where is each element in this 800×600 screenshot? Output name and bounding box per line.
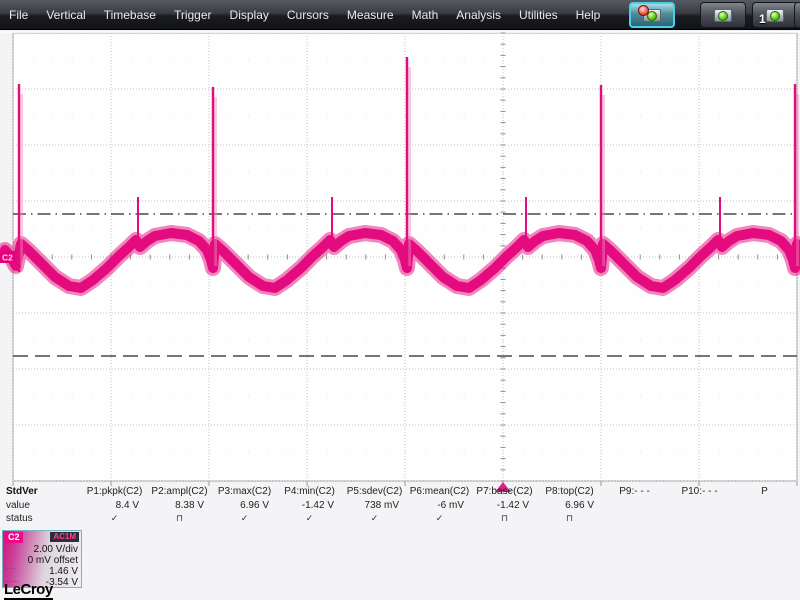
menu-display[interactable]: Display bbox=[221, 0, 278, 30]
param-value-p2: 8.38 V bbox=[175, 500, 204, 511]
param-header-p7[interactable]: P7:base(C2) bbox=[474, 486, 535, 497]
menu-file[interactable]: File bbox=[0, 0, 37, 30]
param-status-p6: ✓ bbox=[435, 513, 444, 523]
menu-help[interactable]: Help bbox=[567, 0, 610, 30]
param-status-p8: ⊓ bbox=[565, 513, 574, 523]
param-value-p3: 6.96 V bbox=[240, 500, 269, 511]
param-value-p1: 8.4 V bbox=[115, 500, 139, 511]
param-header-p4[interactable]: P4:min(C2) bbox=[279, 486, 340, 497]
clock-display-icon bbox=[638, 4, 661, 22]
param-value-p6: -6 mV bbox=[437, 500, 464, 511]
param-header-p9[interactable]: P9:- - - bbox=[604, 486, 665, 497]
menu-utilities[interactable]: Utilities bbox=[510, 0, 567, 30]
lecroy-logo: LeCroy bbox=[4, 581, 53, 600]
param-header-p10[interactable]: P10:- - - bbox=[669, 486, 730, 497]
table-title: StdVer bbox=[6, 486, 38, 497]
param-header-p11[interactable]: P bbox=[734, 486, 795, 497]
display-1-button[interactable]: 1 bbox=[752, 2, 798, 28]
param-header-p8[interactable]: P8:top(C2) bbox=[539, 486, 600, 497]
param-value-p7: -1.42 V bbox=[496, 500, 529, 511]
menu-vertical[interactable]: Vertical bbox=[37, 0, 94, 30]
status-row-label: status bbox=[6, 513, 33, 524]
param-header-p5[interactable]: P5:sdev(C2) bbox=[344, 486, 405, 497]
display-icon bbox=[714, 8, 732, 22]
display-1-badge: 1 bbox=[759, 12, 766, 26]
history-display-button[interactable] bbox=[629, 2, 675, 28]
toolbar-overflow-button[interactable] bbox=[794, 2, 800, 28]
menu-measure[interactable]: Measure bbox=[338, 0, 403, 30]
param-header-p2[interactable]: P2:ampl(C2) bbox=[149, 486, 210, 497]
menu-analysis[interactable]: Analysis bbox=[447, 0, 510, 30]
offset-value: 0 mV offset bbox=[27, 555, 78, 566]
param-header-p1[interactable]: P1:pkpk(C2) bbox=[84, 486, 145, 497]
param-header-p3[interactable]: P3:max(C2) bbox=[214, 486, 275, 497]
cursor1-style-icon: - - - bbox=[6, 566, 16, 572]
param-value-p5: 738 mV bbox=[364, 500, 399, 511]
param-status-p4: ✓ bbox=[305, 513, 314, 523]
display-1-icon bbox=[766, 8, 784, 22]
channel-c2-descriptor[interactable]: C2 AC1M 2.00 V/div 0 mV offset - - - 1.4… bbox=[2, 530, 82, 588]
param-value-p4: -1.42 V bbox=[301, 500, 334, 511]
menu-bar: File Vertical Timebase Trigger Display Cursor… bbox=[0, 0, 800, 30]
cursor1-level: 1.46 V bbox=[49, 566, 78, 577]
menu-cursors[interactable]: Cursors bbox=[278, 0, 338, 30]
value-row-label: value bbox=[6, 500, 30, 511]
svg-text:C2: C2 bbox=[2, 253, 13, 263]
param-status-p3: ✓ bbox=[240, 513, 249, 523]
param-status-p7: ⊓ bbox=[500, 513, 509, 523]
coupling-badge: AC1M bbox=[50, 532, 79, 542]
param-header-p6[interactable]: P6:mean(C2) bbox=[409, 486, 470, 497]
param-status-p5: ✓ bbox=[370, 513, 379, 523]
param-status-p1: ✓ bbox=[110, 513, 119, 523]
volts-per-div: 2.00 V/div bbox=[33, 544, 78, 555]
param-status-p2: ⊓ bbox=[175, 513, 184, 523]
measurement-table: StdVer value status P1:pkpk(C2) 8.4 V ✓ P2:… bbox=[0, 484, 800, 528]
channel-label: C2 bbox=[5, 532, 23, 543]
param-value-p8: 6.96 V bbox=[565, 500, 594, 511]
menu-math[interactable]: Math bbox=[403, 0, 448, 30]
display-button[interactable] bbox=[700, 2, 746, 28]
menu-trigger[interactable]: Trigger bbox=[165, 0, 221, 30]
menu-timebase[interactable]: Timebase bbox=[95, 0, 165, 30]
